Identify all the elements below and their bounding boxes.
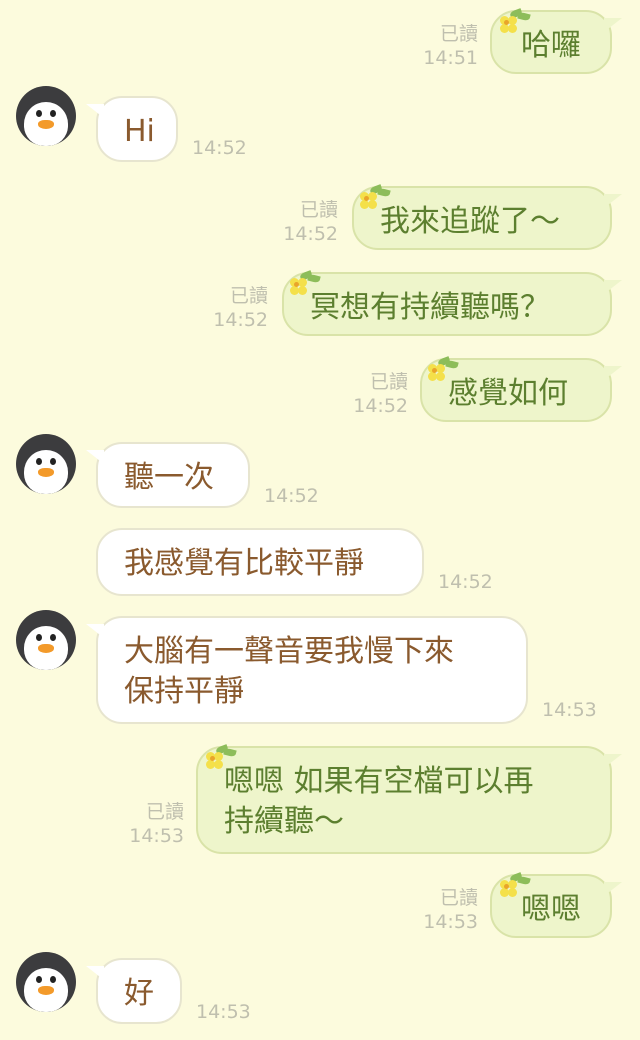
message-text: 好 bbox=[124, 976, 154, 1011]
flower-icon bbox=[496, 872, 531, 898]
read-status: 已讀 bbox=[369, 371, 408, 393]
read-timestamp: 已讀 14:52 bbox=[283, 198, 338, 246]
timestamp: 14:51 bbox=[423, 47, 478, 69]
read-timestamp: 已讀 14:53 bbox=[423, 886, 478, 934]
message-text-line: 大腦有一聲音要我慢下來 bbox=[124, 634, 454, 669]
flower-icon bbox=[424, 356, 459, 382]
message-text: 我感覺有比較平靜 bbox=[124, 546, 364, 581]
message-text-line: 嗯嗯 如果有空檔可以再 bbox=[224, 764, 534, 799]
timestamp: 14:53 bbox=[423, 911, 478, 933]
timestamp: 14:52 bbox=[213, 309, 268, 331]
message-text: 感覺如何 bbox=[448, 376, 568, 411]
flower-icon bbox=[202, 744, 237, 770]
timestamp: 14:52 bbox=[438, 571, 493, 593]
timestamp: 14:52 bbox=[264, 485, 319, 507]
timestamp: 14:52 bbox=[353, 395, 408, 417]
message-text: 聽一次 bbox=[124, 460, 214, 495]
read-status: 已讀 bbox=[439, 887, 478, 909]
message-bubble[interactable]: 我來追蹤了～ bbox=[352, 186, 622, 250]
message-bubble[interactable]: 冥想有持續聽嗎？ bbox=[282, 272, 622, 336]
timestamp: 14:53 bbox=[129, 825, 184, 847]
read-timestamp: 已讀 14:51 bbox=[423, 22, 478, 70]
message-text: 哈囉 bbox=[521, 28, 581, 63]
message-text-line: 持續聽～ bbox=[224, 804, 344, 839]
penguin-avatar-icon[interactable] bbox=[16, 952, 76, 1012]
message-bubble[interactable]: 我感覺有比較平靜 bbox=[96, 528, 424, 596]
message-bubble[interactable]: Hi bbox=[86, 96, 178, 162]
timestamp: 14:52 bbox=[192, 137, 247, 159]
penguin-avatar-icon[interactable] bbox=[16, 86, 76, 146]
penguin-avatar-icon[interactable] bbox=[16, 610, 76, 670]
read-timestamp: 已讀 14:53 bbox=[129, 800, 184, 848]
read-status: 已讀 bbox=[229, 285, 268, 307]
flower-icon bbox=[496, 8, 531, 34]
message-text: 冥想有持續聽嗎？ bbox=[310, 290, 550, 325]
read-timestamp: 已讀 14:52 bbox=[213, 284, 268, 332]
penguin-avatar-icon[interactable] bbox=[16, 434, 76, 494]
flower-icon bbox=[356, 184, 391, 210]
message-text: 嗯嗯 bbox=[521, 892, 581, 927]
message-text: 我來追蹤了～ bbox=[380, 204, 560, 239]
read-status: 已讀 bbox=[439, 23, 478, 45]
timestamp: 14:52 bbox=[283, 223, 338, 245]
message-bubble[interactable]: 好 bbox=[86, 958, 182, 1024]
message-bubble[interactable]: 聽一次 bbox=[86, 442, 250, 508]
read-status: 已讀 bbox=[145, 801, 184, 823]
read-status: 已讀 bbox=[299, 199, 338, 221]
message-text: Hi bbox=[124, 114, 155, 149]
message-bubble[interactable]: 大腦有一聲音要我慢下來 保持平靜 bbox=[86, 616, 528, 724]
timestamp: 14:53 bbox=[196, 1001, 251, 1023]
message-bubble[interactable]: 嗯嗯 如果有空檔可以再 持續聽～ bbox=[196, 746, 622, 854]
read-timestamp: 已讀 14:52 bbox=[353, 370, 408, 418]
message-text-line: 保持平靜 bbox=[124, 674, 244, 709]
flower-icon bbox=[286, 270, 321, 296]
timestamp: 14:53 bbox=[542, 699, 597, 721]
